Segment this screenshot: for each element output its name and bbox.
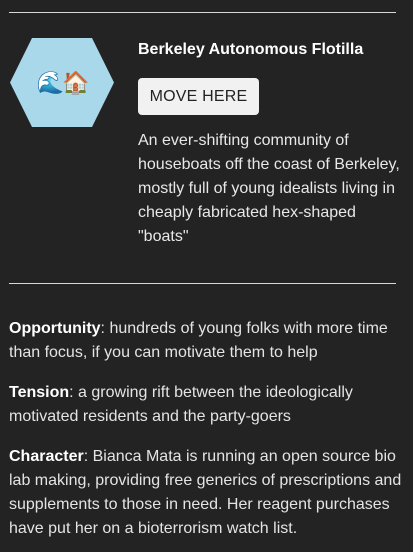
section-divider bbox=[9, 283, 396, 284]
move-here-button[interactable]: MOVE HERE bbox=[138, 78, 259, 115]
location-description: An ever-shifting community of houseboats… bbox=[138, 132, 400, 245]
top-divider bbox=[9, 12, 396, 13]
trait-label: Tension bbox=[9, 384, 70, 401]
trait-opportunity: Opportunity: hundreds of young folks wit… bbox=[9, 317, 407, 365]
location-panel: 🌊🏠 Berkeley Autonomous Flotilla MOVE HER… bbox=[0, 0, 413, 552]
wave-house-icon: 🌊🏠 bbox=[36, 69, 90, 95]
location-title: Berkeley Autonomous Flotilla bbox=[138, 41, 364, 58]
trait-character: Character: Bianca Mata is running an ope… bbox=[9, 445, 407, 541]
trait-separator: : bbox=[83, 448, 93, 465]
trait-tension: Tension: a growing rift between the ideo… bbox=[9, 381, 407, 429]
trait-separator: : bbox=[69, 384, 79, 401]
trait-label: Character bbox=[9, 448, 84, 465]
trait-label: Opportunity bbox=[9, 320, 101, 337]
trait-list: Opportunity: hundreds of young folks wit… bbox=[9, 317, 407, 552]
location-hex-tile: 🌊🏠 bbox=[10, 38, 114, 127]
